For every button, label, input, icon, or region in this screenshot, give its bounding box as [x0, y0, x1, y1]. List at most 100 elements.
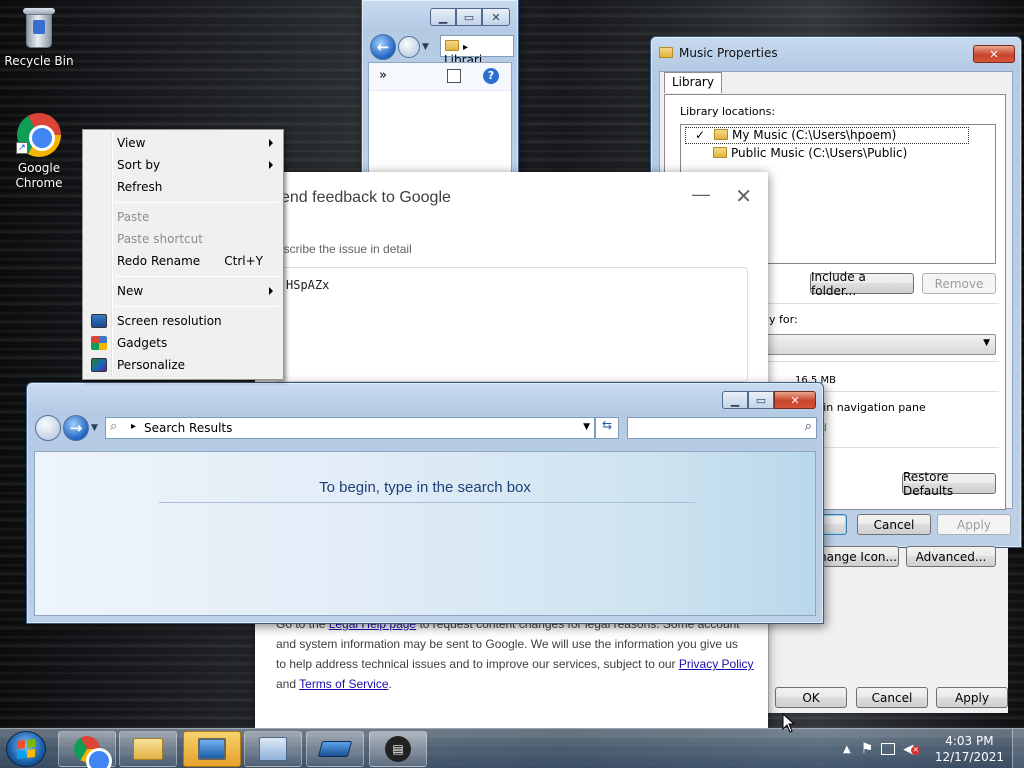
forward-arrow-icon[interactable]: →: [63, 415, 89, 441]
show-desktop-button[interactable]: [1012, 729, 1024, 768]
minimize-button[interactable]: ▁: [722, 391, 748, 409]
display-settings-icon: [198, 738, 226, 760]
location-item-public-music[interactable]: Public Music (C:\Users\Public): [685, 146, 907, 163]
menu-item-screen-resolution[interactable]: Screen resolution: [85, 310, 281, 332]
action-center-flag-icon[interactable]: ⚑: [861, 741, 874, 757]
menu-item-paste-shortcut[interactable]: Paste shortcut: [85, 228, 281, 250]
apply-button[interactable]: Apply: [936, 687, 1008, 708]
back-arrow-icon[interactable]: [35, 415, 61, 441]
menu-item-view[interactable]: View: [85, 132, 281, 154]
refresh-button[interactable]: ⇆: [595, 417, 619, 439]
advanced-button[interactable]: Advanced...: [906, 546, 996, 567]
toolbar-overflow-button[interactable]: »: [379, 68, 387, 83]
folder-icon: [714, 129, 728, 140]
cancel-button[interactable]: Cancel: [856, 687, 928, 708]
personalize-icon: [91, 358, 107, 372]
taskbar-feedback-button[interactable]: ▤: [369, 731, 427, 767]
google-chrome-desktop-icon[interactable]: Google Chrome: [2, 113, 76, 191]
menu-item-paste[interactable]: Paste: [85, 206, 281, 228]
libraries-window[interactable]: ▁ ▭ ✕ ← ▼ ▸ Librari » ?: [361, 0, 519, 177]
shortcut-arrow-icon: ↗: [16, 142, 28, 154]
forward-arrow-icon[interactable]: [398, 36, 420, 58]
start-button[interactable]: [6, 731, 46, 767]
privacy-policy-link[interactable]: Privacy Policy: [679, 657, 754, 671]
chrome-icon: [74, 736, 112, 768]
menu-label: Sort by: [117, 158, 161, 172]
taskbar-gadgets-button[interactable]: [244, 731, 302, 767]
terms-of-service-link[interactable]: Terms of Service: [299, 677, 388, 691]
settings-window-icon: [259, 737, 287, 761]
maximize-button[interactable]: ▭: [456, 8, 482, 26]
network-icon[interactable]: [881, 743, 896, 755]
chrome-label-line1: Google: [17, 161, 61, 175]
feedback-title: end feedback to Google: [281, 189, 451, 206]
remove-button[interactable]: Remove: [922, 273, 996, 294]
submenu-arrow-icon: [269, 161, 273, 169]
chrome-label-line2: Chrome: [15, 176, 63, 190]
preview-pane-icon[interactable]: [447, 69, 461, 83]
cancel-button[interactable]: Cancel: [857, 514, 931, 535]
menu-item-personalize[interactable]: Personalize: [85, 354, 281, 376]
taskbar-chrome-button[interactable]: [58, 731, 116, 768]
close-button[interactable]: ✕: [482, 8, 510, 26]
apply-button[interactable]: Apply: [937, 514, 1011, 535]
menu-label: Paste: [117, 210, 150, 224]
legal-text-part: and: [276, 677, 300, 691]
legal-text-part: and system information may be sent to Go…: [276, 637, 739, 651]
menu-label: View: [117, 136, 146, 150]
menu-item-redo-rename[interactable]: Redo Rename Ctrl+Y: [85, 250, 281, 272]
address-bar[interactable]: ▸ Librari: [440, 35, 514, 67]
taskbar-control-panel-button[interactable]: [183, 731, 241, 767]
location-path: My Music (C:\Users\hpoem): [732, 128, 897, 142]
taskbar-explorer-button[interactable]: [119, 731, 177, 767]
taskbar: ▤ ▲ ⚑ ◀ ✕ 4:03 PM 12/17/2021: [0, 728, 1024, 768]
search-icon[interactable]: ⌕: [805, 419, 812, 434]
close-button[interactable]: ✕: [973, 45, 1015, 63]
folder-icon: [713, 147, 727, 158]
optimize-dropdown[interactable]: ▼: [765, 334, 996, 355]
menu-item-gadgets[interactable]: Gadgets: [85, 332, 281, 354]
windows-logo-icon: [17, 739, 35, 759]
help-icon[interactable]: ?: [483, 68, 499, 84]
recent-pages-chevron-icon[interactable]: ▼: [422, 42, 429, 52]
mouse-pointer-icon: [782, 713, 796, 733]
menu-item-refresh[interactable]: Refresh: [85, 176, 281, 198]
menu-item-sort-by[interactable]: Sort by: [85, 154, 281, 176]
restore-defaults-button[interactable]: Restore Defaults: [902, 470, 996, 498]
monitor-icon: [91, 314, 107, 328]
minimize-button[interactable]: ▁: [430, 8, 456, 26]
include-folder-button[interactable]: Include a folder...: [810, 270, 914, 298]
system-clock[interactable]: 4:03 PM 12/17/2021: [935, 733, 1004, 765]
dialog-title: Music Properties: [679, 46, 778, 60]
legal-text: Go to the Legal Help page to request con…: [276, 614, 754, 694]
ok-button[interactable]: OK: [775, 687, 847, 708]
search-results-window[interactable]: ▁ ▭ ✕ → ▼ ⌕ ▸ Search Results ▼ ⇆ ⌕ To be…: [26, 382, 824, 624]
menu-item-new[interactable]: New: [85, 280, 281, 302]
search-input[interactable]: ⌕: [627, 417, 817, 439]
show-hidden-icons-icon[interactable]: ▲: [843, 744, 851, 755]
address-dropdown-icon[interactable]: ▼: [583, 422, 590, 432]
minimize-button[interactable]: —: [692, 184, 710, 205]
back-arrow-icon[interactable]: ←: [370, 34, 396, 60]
volume-muted-icon[interactable]: ◀ ✕: [903, 742, 921, 757]
taskbar-network-button[interactable]: [306, 731, 364, 767]
close-button[interactable]: ✕: [774, 391, 816, 409]
close-icon[interactable]: ✕: [735, 184, 752, 209]
recent-pages-chevron-icon[interactable]: ▼: [91, 423, 98, 433]
recycle-bin-desktop-icon[interactable]: Recycle Bin: [2, 6, 76, 69]
location-path: Public Music (C:\Users\Public): [731, 146, 908, 160]
desktop-context-menu[interactable]: View Sort by Refresh Paste Paste shortcu…: [82, 129, 284, 380]
card-icon: [317, 741, 353, 757]
location-item-my-music[interactable]: ✓ My Music (C:\Users\hpoem): [685, 127, 969, 144]
tab-library[interactable]: Library: [664, 72, 722, 93]
description-textarea[interactable]: HSpAZx: [275, 267, 748, 382]
description-label: escribe the issue in detail: [277, 242, 412, 256]
chevron-down-icon: ▼: [983, 338, 990, 348]
change-icon-button[interactable]: hange Icon...: [817, 546, 899, 567]
submenu-arrow-icon: [269, 287, 273, 295]
clock-time: 4:03 PM: [945, 734, 994, 748]
address-bar[interactable]: ⌕ ▸ Search Results ▼: [105, 417, 595, 439]
breadcrumb-arrow-icon: ▸: [131, 421, 137, 432]
recycle-bin-icon: [21, 6, 57, 50]
maximize-button[interactable]: ▭: [748, 391, 774, 409]
